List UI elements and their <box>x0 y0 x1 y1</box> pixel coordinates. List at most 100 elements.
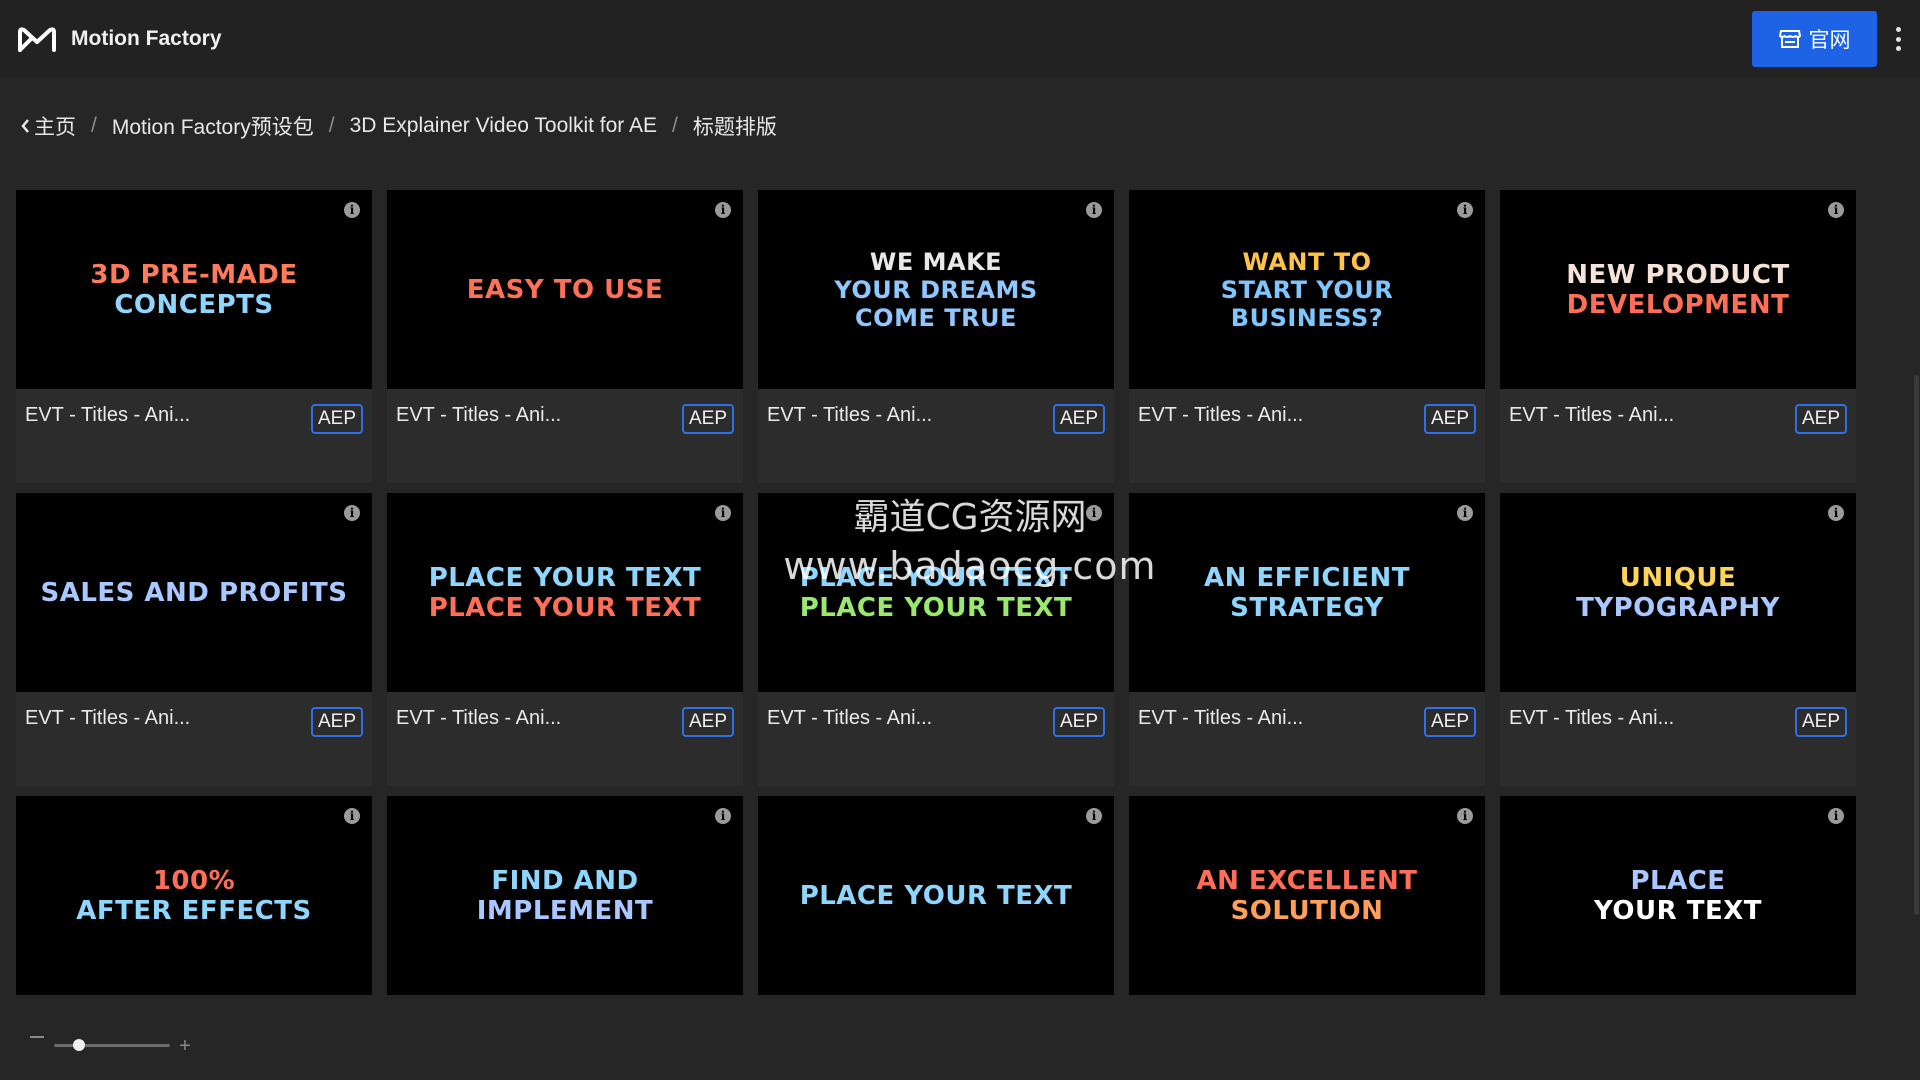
info-icon[interactable]: i <box>344 808 360 824</box>
asset-name: EVT - Titles - Ani... <box>25 707 191 729</box>
thumbnail-title-line: FIND AND <box>491 865 639 896</box>
breadcrumb-home[interactable]: 主页 <box>20 111 76 141</box>
thumbnail-title-line: WANT TO <box>1242 247 1372 276</box>
format-badge: AEP <box>682 404 734 434</box>
asset-thumbnail[interactable]: 3D PRE-MADE CONCEPTS i <box>16 190 372 389</box>
asset-card[interactable]: 100% AFTER EFFECTS i <box>16 796 372 995</box>
asset-thumbnail[interactable]: EASY TO USE i <box>387 190 743 389</box>
thumbnail-title-line: WE MAKE <box>869 247 1003 276</box>
app-title: Motion Factory <box>71 26 222 50</box>
zoom-in-icon[interactable]: + <box>177 1036 193 1056</box>
thumbnail-title-line: EASY TO USE <box>466 274 664 305</box>
thumbnail-title-line: AN EXCELLENT <box>1196 865 1418 896</box>
asset-card[interactable]: PLACE YOUR TEXT i <box>758 796 1114 995</box>
more-options-icon[interactable] <box>1890 27 1906 51</box>
asset-thumbnail[interactable]: 100% AFTER EFFECTS i <box>16 796 372 995</box>
breadcrumb-separator: / <box>91 114 97 137</box>
format-badge: AEP <box>311 404 363 434</box>
asset-thumbnail[interactable]: UNIQUE TYPOGRAPHY i <box>1500 493 1856 692</box>
asset-thumbnail[interactable]: PLACE YOUR TEXT i <box>1500 796 1856 995</box>
thumbnail-title-line: PLACE YOUR TEXT <box>799 880 1073 911</box>
info-icon[interactable]: i <box>1086 808 1102 824</box>
asset-card[interactable]: UNIQUE TYPOGRAPHY i EVT - Titles - Ani... AE… <box>1500 493 1856 786</box>
asset-card[interactable]: PLACE YOUR TEXT i <box>1500 796 1856 995</box>
asset-thumbnail[interactable]: PLACE YOUR TEXT i <box>758 796 1114 995</box>
thumbnail-title-line: PLACE YOUR TEXT <box>428 592 702 623</box>
asset-card[interactable]: FIND AND IMPLEMENT i <box>387 796 743 995</box>
breadcrumb: 主页 / Motion Factory预设包 / 3D Explainer Vi… <box>20 111 777 141</box>
info-icon[interactable]: i <box>1828 808 1844 824</box>
format-badge: AEP <box>1053 404 1105 434</box>
breadcrumb-separator: / <box>671 114 678 137</box>
info-icon[interactable]: i <box>715 505 731 521</box>
store-icon <box>1778 30 1801 48</box>
asset-card[interactable]: AN EFFICIENT STRATEGY i EVT - Titles - Ani.… <box>1129 493 1485 786</box>
asset-name: EVT - Titles - Ani... <box>1509 707 1675 729</box>
vertical-scrollbar[interactable] <box>1914 375 1919 915</box>
top-bar: Motion Factory 官网 <box>0 0 1920 77</box>
asset-thumbnail[interactable]: FIND AND IMPLEMENT i <box>387 796 743 995</box>
info-icon[interactable]: i <box>1828 505 1844 521</box>
thumbnail-title: NEW PRODUCT DEVELOPMENT <box>1566 260 1789 320</box>
asset-thumbnail[interactable]: AN EFFICIENT STRATEGY i <box>1129 493 1485 692</box>
thumbnail-title-line: PLACE YOUR TEXT <box>428 562 702 593</box>
info-icon[interactable]: i <box>715 808 731 824</box>
asset-name: EVT - Titles - Ani... <box>1509 404 1675 426</box>
asset-thumbnail[interactable]: NEW PRODUCT DEVELOPMENT i <box>1500 190 1856 389</box>
asset-thumbnail[interactable]: PLACE YOUR TEXT PLACE YOUR TEXT i <box>387 493 743 692</box>
asset-card[interactable]: EASY TO USE i EVT - Titles - Ani... AEP <box>387 190 743 483</box>
asset-name: EVT - Titles - Ani... <box>1138 404 1304 426</box>
info-icon[interactable]: i <box>1457 202 1473 218</box>
info-icon[interactable]: i <box>1457 808 1473 824</box>
zoom-slider-thumb[interactable] <box>73 1039 85 1051</box>
thumbnail-title-line: UNIQUE <box>1619 562 1737 593</box>
asset-thumbnail[interactable]: WANT TO START YOUR BUSINESS? i <box>1129 190 1485 389</box>
format-badge: AEP <box>682 707 734 737</box>
official-site-button[interactable]: 官网 <box>1752 11 1877 67</box>
asset-thumbnail[interactable]: WE MAKE YOUR DREAMS COME TRUE i <box>758 190 1114 389</box>
thumbnail-title-line: 100% <box>152 865 236 896</box>
thumbnail-title-line: AN EFFICIENT <box>1204 562 1410 593</box>
chevron-left-icon <box>21 119 29 133</box>
asset-card[interactable]: PLACE YOUR TEXT PLACE YOUR TEXT i EVT - Tit… <box>758 493 1114 786</box>
thumbnail-title-line: PLACE YOUR TEXT <box>799 592 1073 623</box>
format-badge: AEP <box>1424 707 1476 737</box>
thumbnail-title-line: 3D PRE-MADE <box>90 259 298 290</box>
asset-card[interactable]: WE MAKE YOUR DREAMS COME TRUE i EVT - Titles… <box>758 190 1114 483</box>
thumbnail-title: SALES AND PROFITS <box>40 578 347 608</box>
breadcrumb-item-current: 标题排版 <box>692 116 777 139</box>
thumbnail-title: WE MAKE YOUR DREAMS COME TRUE <box>834 248 1037 332</box>
thumbnail-title-line: COME TRUE <box>855 303 1017 332</box>
thumbnail-title: AN EXCELLENT SOLUTION <box>1196 866 1417 926</box>
thumbnail-title: PLACE YOUR TEXT PLACE YOUR TEXT <box>429 563 702 623</box>
asset-thumbnail[interactable]: AN EXCELLENT SOLUTION i <box>1129 796 1485 995</box>
format-badge: AEP <box>1053 707 1105 737</box>
asset-thumbnail[interactable]: SALES AND PROFITS i <box>16 493 372 692</box>
info-icon[interactable]: i <box>344 505 360 521</box>
info-icon[interactable]: i <box>344 202 360 218</box>
zoom-slider[interactable] <box>54 1044 170 1047</box>
breadcrumb-item-toolkit[interactable]: 3D Explainer Video Toolkit for AE <box>350 114 657 138</box>
thumbnail-title-line: PLACE <box>1630 865 1726 896</box>
info-icon[interactable]: i <box>1086 505 1102 521</box>
info-icon[interactable]: i <box>715 202 731 218</box>
asset-name: EVT - Titles - Ani... <box>1138 707 1304 729</box>
asset-thumbnail[interactable]: PLACE YOUR TEXT PLACE YOUR TEXT i <box>758 493 1114 692</box>
thumbnail-title: WANT TO START YOUR BUSINESS? <box>1221 248 1393 332</box>
zoom-out-icon[interactable] <box>30 1036 44 1038</box>
thumbnail-title-line: IMPLEMENT <box>476 895 654 926</box>
asset-card[interactable]: PLACE YOUR TEXT PLACE YOUR TEXT i EVT - Tit… <box>387 493 743 786</box>
asset-card[interactable]: WANT TO START YOUR BUSINESS? i EVT - Titles … <box>1129 190 1485 483</box>
breadcrumb-item-presets[interactable]: Motion Factory预设包 <box>112 111 314 141</box>
info-icon[interactable]: i <box>1086 202 1102 218</box>
thumbnail-title-line: YOUR DREAMS <box>834 275 1038 304</box>
asset-name: EVT - Titles - Ani... <box>396 707 562 729</box>
info-icon[interactable]: i <box>1828 202 1844 218</box>
breadcrumb-separator: / <box>328 114 335 137</box>
asset-card[interactable]: 3D PRE-MADE CONCEPTS i EVT - Titles - Ani..… <box>16 190 372 483</box>
asset-card[interactable]: AN EXCELLENT SOLUTION i <box>1129 796 1485 995</box>
info-icon[interactable]: i <box>1457 505 1473 521</box>
asset-card[interactable]: NEW PRODUCT DEVELOPMENT i EVT - Titles - An… <box>1500 190 1856 483</box>
asset-card[interactable]: SALES AND PROFITS i EVT - Titles - Ani... A… <box>16 493 372 786</box>
thumbnail-title-line: STRATEGY <box>1230 592 1384 623</box>
